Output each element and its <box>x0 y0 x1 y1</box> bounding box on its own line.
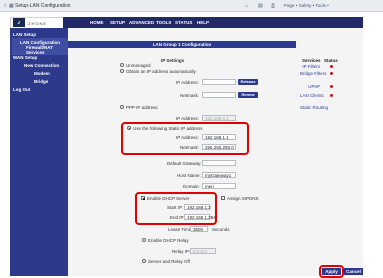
content-title: LAN Group 1 Configuration <box>152 42 212 47</box>
server-relay-off-radio[interactable] <box>142 259 146 263</box>
sidebar-item-modem[interactable]: Modem <box>34 71 50 76</box>
service-bridge-filters[interactable]: Bridge Filters <box>300 71 327 76</box>
netmask-label: Netmask: <box>180 93 200 98</box>
logo-icon: Z <box>13 18 25 27</box>
nav-tools[interactable]: TOOLS <box>156 20 171 25</box>
status-indicator-icon <box>330 94 333 97</box>
nav-home[interactable]: HOME <box>90 20 104 25</box>
browser-tab-title[interactable]: Setup-LAN Configuration <box>15 3 71 9</box>
lease-time-field[interactable]: 3600 <box>190 226 208 232</box>
hostname-label: Host Name: <box>177 173 201 178</box>
browser-menu-text[interactable]: Page • Safety • Tools • <box>284 3 329 8</box>
netmask-field[interactable] <box>202 92 236 98</box>
relay-ip-label: Relay IP: <box>172 249 191 254</box>
ppp-ip-address-field[interactable]: 192.168.0.1 <box>202 115 236 121</box>
home-icon[interactable]: ⌂ <box>245 3 248 9</box>
release-button[interactable]: Release <box>238 79 258 85</box>
lease-time-label: Lease Time: <box>168 227 193 232</box>
unmanaged-radio[interactable] <box>120 63 124 67</box>
service-lan-clients[interactable]: LAN Clients <box>300 93 324 98</box>
assign-sipdns-label: Assign SIPDNS <box>227 196 259 201</box>
apply-highlight <box>319 265 344 278</box>
server-relay-off-label: Server and Relay Off <box>148 259 190 264</box>
ip-address-field[interactable] <box>202 79 236 85</box>
sidebar-item-wan-setup[interactable]: WAN Setup <box>13 55 37 60</box>
sidebar-item-new-connection[interactable]: New Connection <box>24 63 59 68</box>
sidebar-item-lan-setup[interactable]: LAN Setup <box>13 32 36 37</box>
status-indicator-icon <box>330 85 333 88</box>
dhcp-relay-label: Enable DHCP Relay <box>148 238 189 243</box>
sidebar-item-bridge[interactable]: Bridge <box>34 79 48 84</box>
favorites-star-icon[interactable]: ☆ <box>3 3 7 9</box>
print-icon[interactable]: ⎙ <box>271 3 275 9</box>
status-indicator-icon <box>330 72 333 75</box>
ip-settings-header: IP Settings <box>161 58 185 63</box>
nav-status[interactable]: STATUS <box>175 20 192 25</box>
gateway-label: Default Gateway: <box>167 161 202 166</box>
unmanaged-label: Unmanaged <box>126 63 151 68</box>
nav-setup[interactable]: SETUP <box>110 20 125 25</box>
dhcp-highlight <box>135 192 217 225</box>
dhcp-relay-radio[interactable] <box>142 238 146 242</box>
ppp-ip-radio[interactable] <box>120 105 124 109</box>
service-upnp[interactable]: UPnP <box>300 84 320 89</box>
feeds-icon[interactable]: ▤ <box>258 3 263 9</box>
assign-sipdns-checkbox[interactable] <box>221 196 225 200</box>
domain-label: Domain: <box>183 184 200 189</box>
relay-ip-field[interactable]: 0.0.0.0 <box>190 248 216 254</box>
tab-grid-icon[interactable]: ▦ <box>9 3 14 9</box>
nav-advanced[interactable]: ADVANCED <box>129 20 154 25</box>
ppp-ip-address-label: IP Address: <box>176 116 199 121</box>
status-indicator-icon <box>330 65 333 68</box>
renew-button[interactable]: Renew <box>238 92 258 98</box>
services-header: Services <box>302 58 321 63</box>
ip-address-label: IP Address: <box>176 80 199 85</box>
service-ip-filters[interactable]: IP Filters <box>300 64 320 69</box>
logo-text: ZHONE <box>28 21 47 26</box>
obtain-ip-radio[interactable] <box>120 69 124 73</box>
domain-field[interactable]: meri <box>202 183 236 189</box>
status-header: Status <box>324 58 338 63</box>
service-static-routing[interactable]: Static Routing <box>300 105 328 110</box>
lease-unit: Seconds <box>212 227 230 232</box>
cancel-button[interactable]: Cancel <box>344 268 363 275</box>
gateway-field[interactable] <box>202 160 236 166</box>
sidebar-item-log-out[interactable]: Log Out <box>13 87 30 92</box>
ppp-ip-label: PPP IP address <box>126 105 158 110</box>
hostname-field[interactable]: myGateway1 <box>202 172 236 178</box>
nav-help[interactable]: HELP <box>197 20 209 25</box>
obtain-ip-label: Obtain an IP address automatically <box>126 69 196 74</box>
static-ip-highlight <box>121 122 249 155</box>
top-navigation <box>63 17 363 28</box>
